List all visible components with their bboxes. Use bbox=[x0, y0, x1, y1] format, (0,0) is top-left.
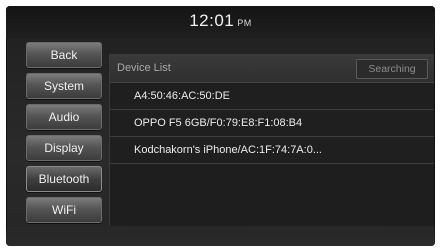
device-name: A4:50:46:AC:50:DE bbox=[134, 90, 231, 102]
device-list-title: Device List bbox=[117, 62, 171, 74]
sidebar-item-display[interactable]: Display bbox=[26, 135, 102, 161]
device-list-header: Device List Searching bbox=[110, 54, 434, 83]
bottom-bezel bbox=[6, 224, 435, 246]
device-row[interactable]: Kodchakorn's iPhone/AC:1F:74:7A:0... bbox=[110, 137, 434, 164]
head-unit-screen: 12:01 PM Back System Audio Display Blueto… bbox=[6, 6, 435, 246]
clock-time: 12:01 bbox=[189, 11, 235, 30]
sidebar-item-audio[interactable]: Audio bbox=[26, 104, 102, 130]
sidebar-item-bluetooth[interactable]: Bluetooth bbox=[26, 166, 102, 192]
status-bar: 12:01 PM bbox=[6, 6, 435, 38]
device-name: OPPO F5 6GB/F0:79:E8:F1:08:B4 bbox=[134, 117, 303, 129]
device-row[interactable]: OPPO F5 6GB/F0:79:E8:F1:08:B4 bbox=[110, 110, 434, 137]
back-button[interactable]: Back bbox=[26, 42, 102, 68]
sidebar-item-system[interactable]: System bbox=[26, 73, 102, 99]
clock-ampm: PM bbox=[237, 18, 252, 28]
clock: 12:01 PM bbox=[6, 11, 435, 31]
device-name: Kodchakorn's iPhone/AC:1F:74:7A:0... bbox=[134, 144, 322, 156]
device-row[interactable]: A4:50:46:AC:50:DE bbox=[110, 83, 434, 110]
sidebar-item-wifi[interactable]: WiFi bbox=[26, 197, 102, 223]
searching-button[interactable]: Searching bbox=[356, 59, 428, 79]
device-list-panel: Device List Searching A4:50:46:AC:50:DE … bbox=[109, 54, 434, 226]
